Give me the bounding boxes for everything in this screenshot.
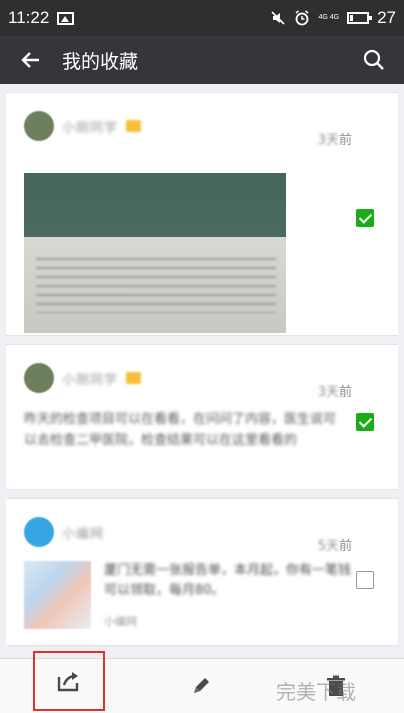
alarm-icon: [295, 10, 309, 26]
item-time: 3天前: [317, 133, 352, 148]
link-thumbnail: [24, 561, 91, 629]
status-right: 4G 4G 27: [270, 8, 396, 28]
status-bar: 11:22 4G 4G 27: [0, 0, 404, 36]
edit-button[interactable]: [183, 668, 219, 704]
pencil-icon: [194, 678, 209, 693]
favorite-text: 昨天的检查项目可以在看看，在问问了内容，医生说可以去检查二甲医院，检查结果可以在…: [24, 412, 337, 448]
avatar: [24, 517, 54, 547]
item-header: 小编网: [24, 517, 104, 547]
item-time: 3天前: [317, 385, 352, 400]
battery-icon: [347, 12, 373, 24]
link-title: 厦门无需一张报告单，本月起，你有一笔钱可以领取，每月80。: [104, 563, 352, 598]
sender-name: 小刚同学: [62, 120, 119, 136]
favorite-item-text[interactable]: 小刚同学 3天前 昨天的检查项目可以在看看，在问问了内容，医生说可以去检查二甲医…: [6, 344, 398, 490]
watermark: 完美下载: [276, 680, 356, 704]
back-button[interactable]: [8, 38, 52, 82]
back-arrow-icon: [21, 52, 39, 68]
favorite-image[interactable]: [24, 173, 286, 333]
favorite-item-link[interactable]: 小编网 5天前 厦门无需一张报告单，本月起，你有一笔钱可以领取，每月80。 小编…: [6, 498, 398, 646]
favorite-item-image[interactable]: 小刚同学 3天前: [6, 92, 398, 336]
sender-name: 小编网: [62, 526, 105, 542]
item-time: 5天前: [317, 539, 352, 554]
vip-badge-icon: [126, 120, 142, 132]
select-checkbox[interactable]: [356, 209, 374, 227]
vip-badge-icon: [126, 372, 142, 384]
link-source: 小编网: [104, 615, 137, 628]
favorites-list[interactable]: 小刚同学 3天前 小刚同学 3天前 昨天的检查项目可以在看看，在问问了内容，医生…: [0, 84, 404, 658]
avatar: [24, 111, 54, 141]
battery-level: 27: [377, 8, 396, 27]
sender-name: 小刚同学: [62, 372, 119, 388]
select-checkbox[interactable]: [356, 571, 374, 589]
mute-icon: [271, 11, 286, 25]
item-header: 小刚同学: [24, 111, 142, 141]
image-notification-icon: [57, 11, 75, 25]
search-icon: [363, 49, 384, 70]
item-header: 小刚同学: [24, 363, 142, 393]
share-icon: [57, 672, 79, 692]
share-button[interactable]: [33, 651, 105, 711]
page-title: 我的收藏: [62, 50, 139, 73]
status-left: 11:22: [8, 8, 75, 28]
search-button[interactable]: [352, 38, 396, 82]
network-indicator: 4G 4G: [318, 14, 340, 21]
app-bar: 我的收藏: [0, 36, 404, 84]
avatar: [24, 363, 54, 393]
status-time: 11:22: [8, 8, 50, 27]
select-checkbox[interactable]: [356, 413, 374, 431]
